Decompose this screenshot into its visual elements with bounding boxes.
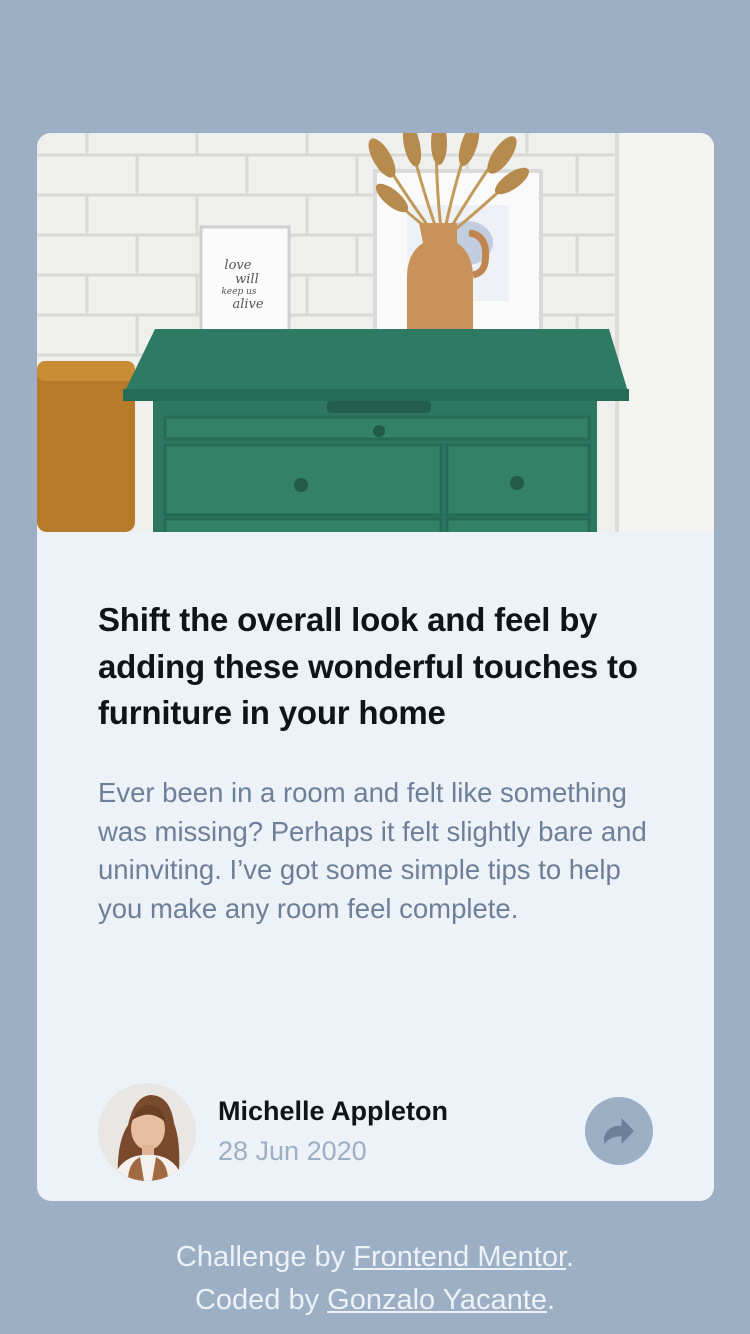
author-name: Michelle Appleton	[218, 1096, 449, 1126]
share-button[interactable]	[585, 1097, 653, 1165]
author-link[interactable]: Gonzalo Yacante	[327, 1284, 547, 1316]
attribution: Challenge by Frontend Mentor. Coded by G…	[0, 1236, 750, 1322]
frontend-mentor-link[interactable]: Frontend Mentor	[353, 1241, 566, 1273]
article-image: love will keep us alive	[37, 133, 714, 532]
attribution-line-1: Challenge by Frontend Mentor.	[175, 1241, 575, 1273]
article-card: love will keep us alive Shift the overal…	[37, 133, 714, 1201]
article-title: Shift the overall look and feel by addin…	[98, 601, 638, 731]
avatar	[98, 1083, 196, 1181]
post-date: 28 Jun 2020	[218, 1136, 367, 1166]
author-photo	[98, 1083, 196, 1181]
attribution-line-2: Coded by Gonzalo Yacante.	[194, 1284, 556, 1316]
share-arrow-icon	[604, 1118, 634, 1144]
article-excerpt: Ever been in a room and felt like someth…	[98, 777, 647, 924]
author-row: Michelle Appleton 28 Jun 2020	[98, 1083, 658, 1181]
drawers-illustration: love will keep us alive	[37, 133, 714, 532]
